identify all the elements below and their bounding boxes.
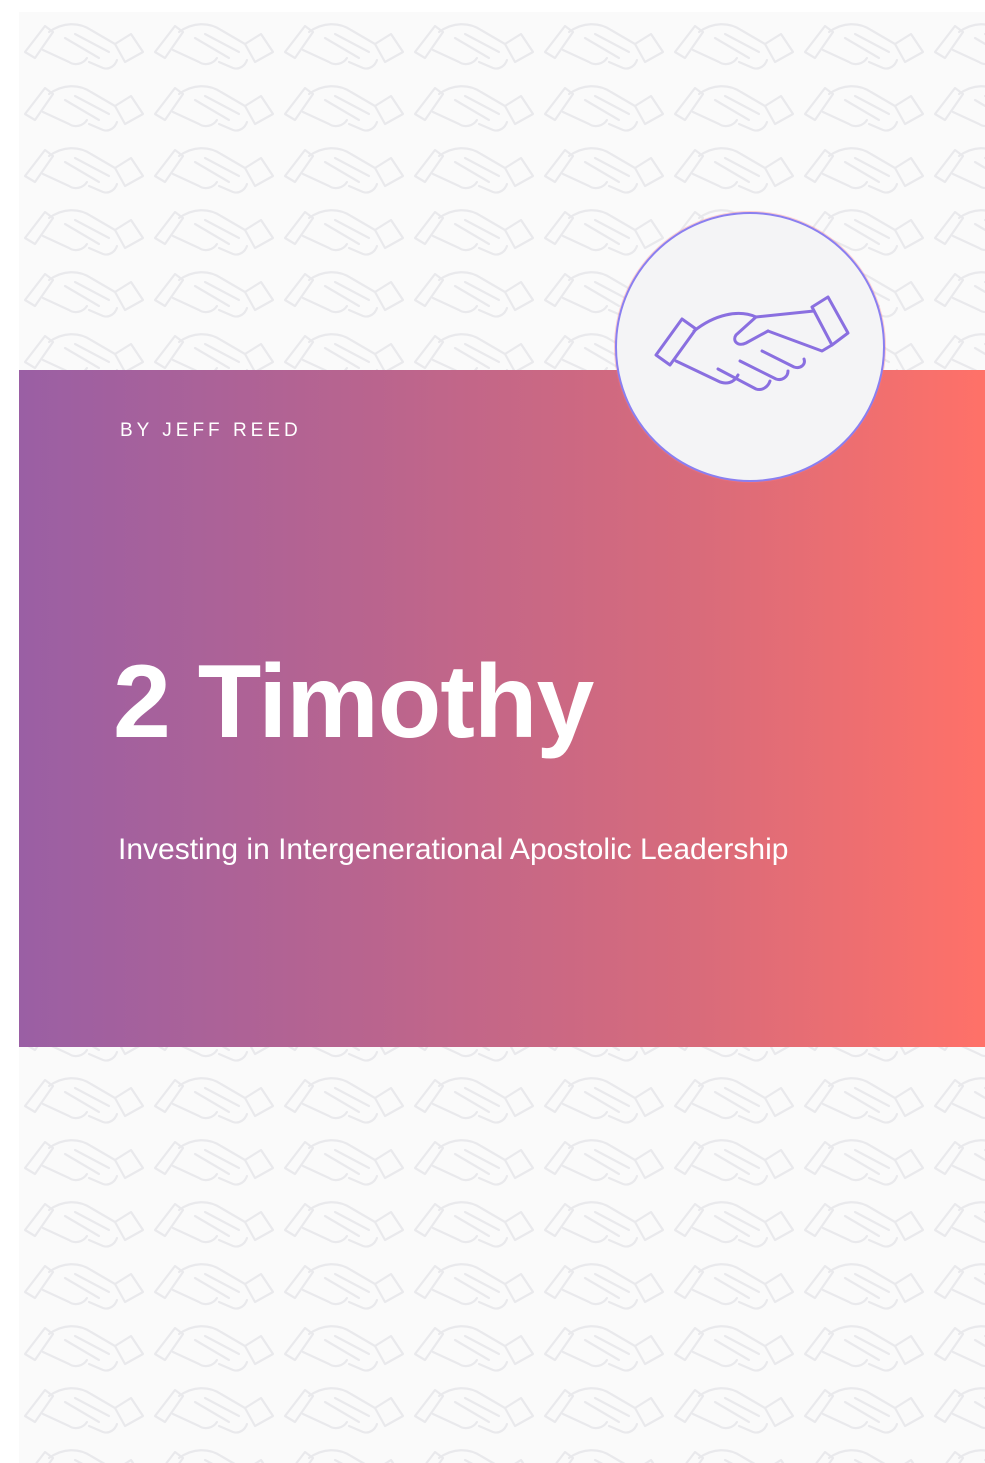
book-cover: BY JEFF REED 2 Timothy Investing in Inte… xyxy=(19,12,985,1463)
book-title: 2 Timothy xyxy=(113,644,594,760)
author-name: BY JEFF REED xyxy=(120,420,302,441)
handshake-icon xyxy=(654,295,850,391)
book-subtitle: Investing in Intergenerational Apostolic… xyxy=(118,833,789,866)
handshake-badge xyxy=(615,212,885,482)
title-band: BY JEFF REED 2 Timothy Investing in Inte… xyxy=(19,370,985,1047)
